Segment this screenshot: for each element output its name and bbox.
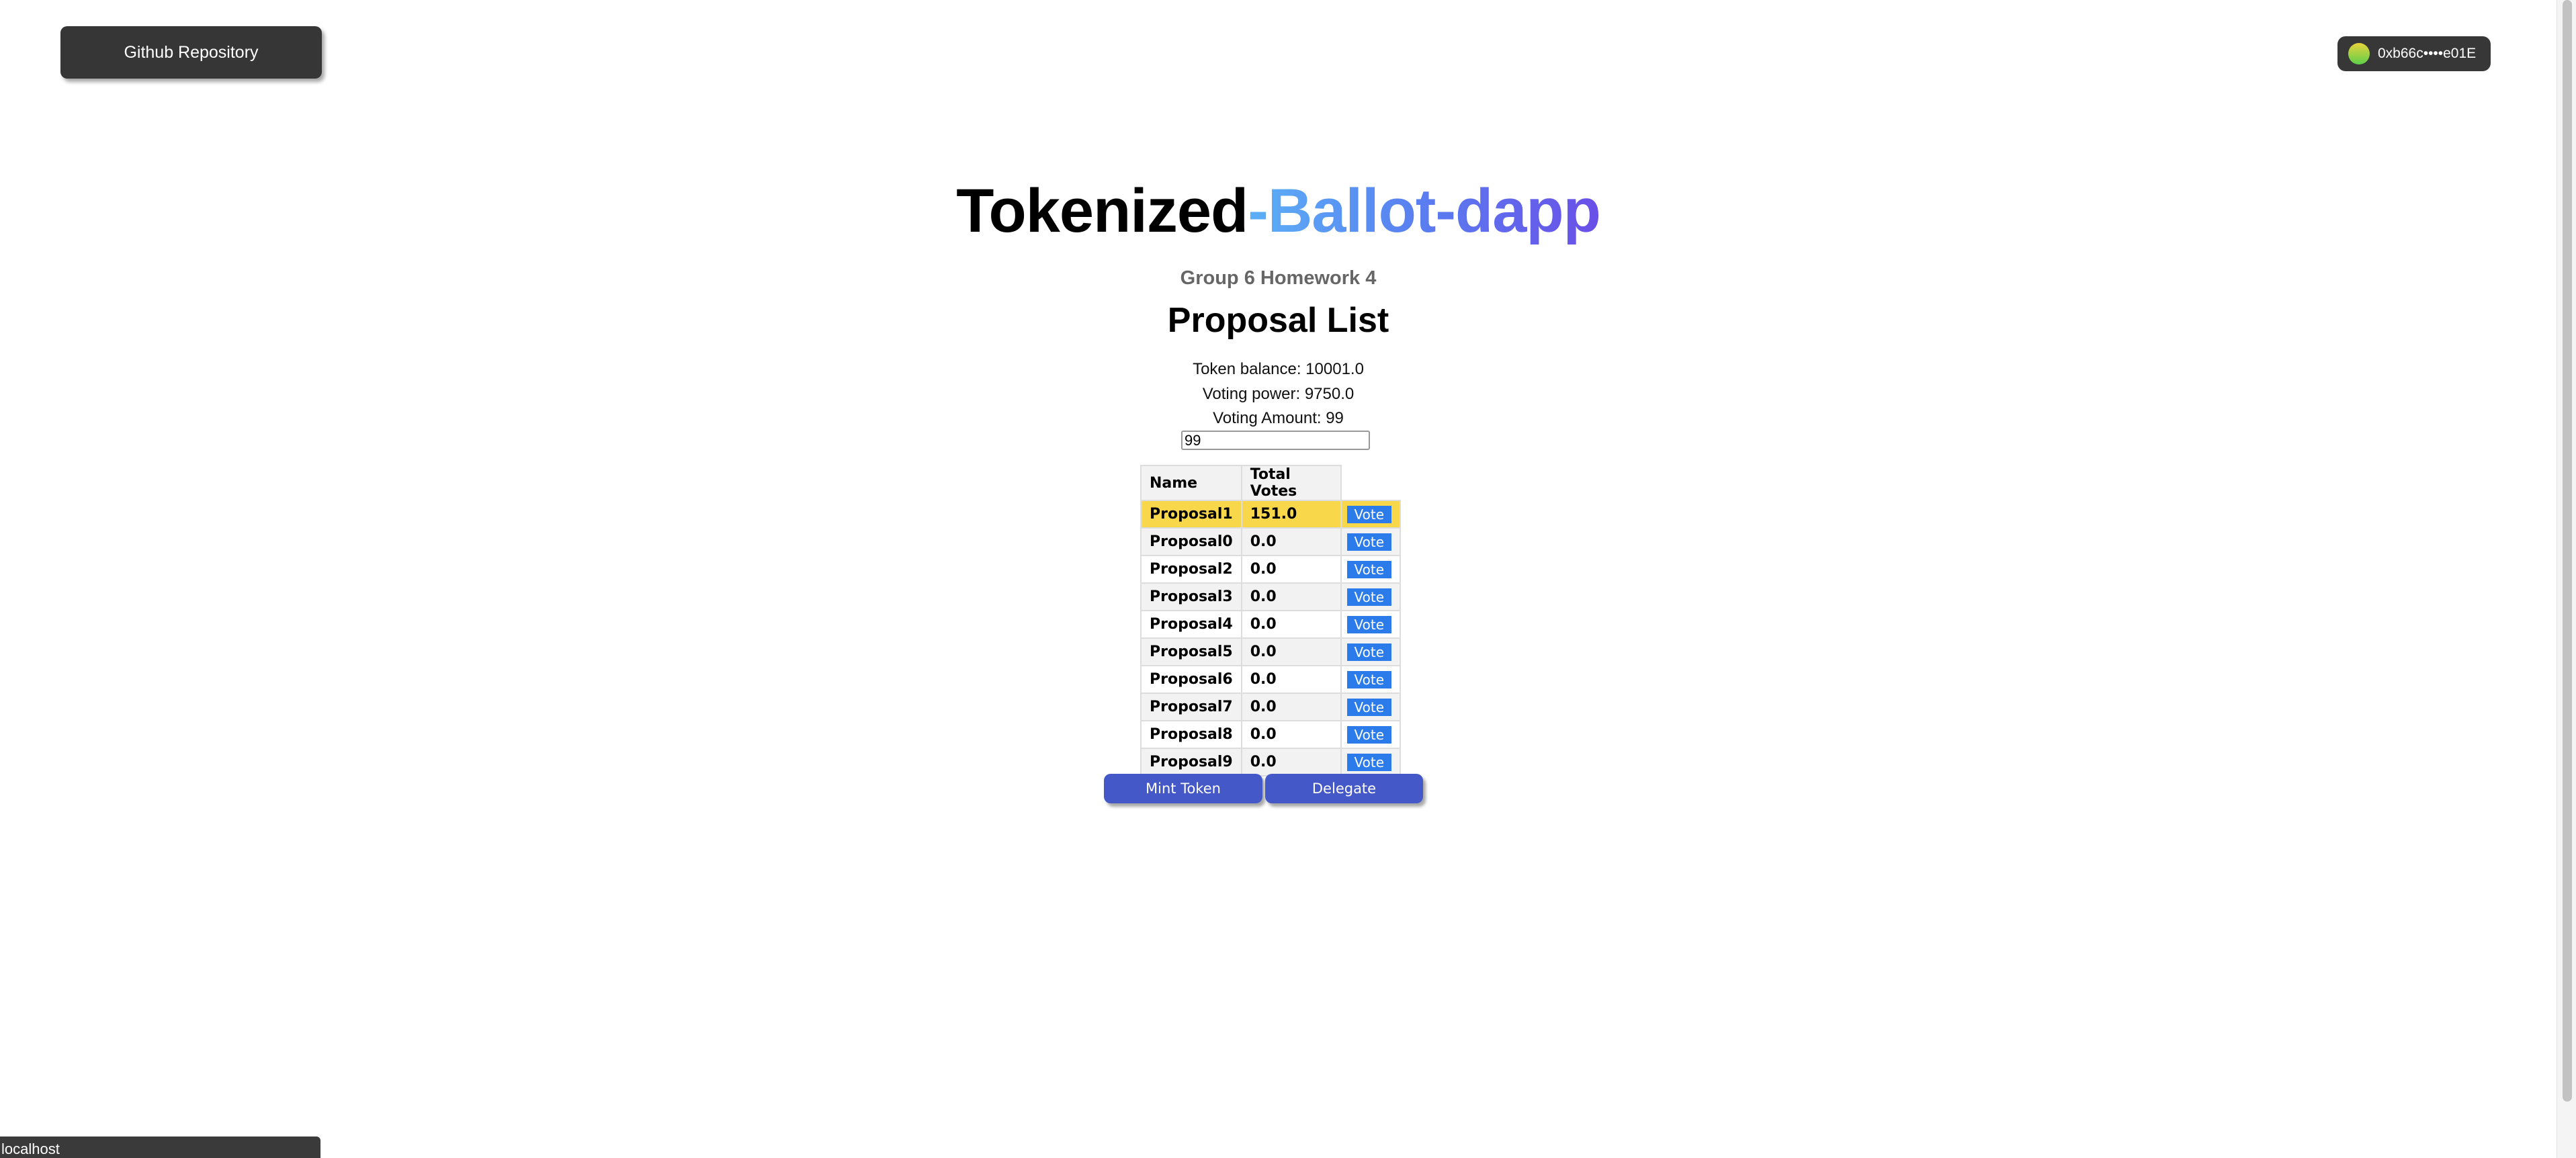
table-row: Proposal3 0.0 Vote (1140, 582, 1401, 611)
vote-cell: Vote (1340, 610, 1401, 639)
vote-button[interactable]: Vote (1346, 615, 1391, 633)
app-title: Tokenized-Ballot-dapp (0, 176, 2557, 247)
header-total-votes: Total Votes (1240, 465, 1342, 501)
vote-cell: Vote (1340, 693, 1401, 721)
table-row: Proposal1 151.0 Vote (1140, 500, 1401, 529)
table-row: Proposal9 0.0 Vote (1140, 748, 1401, 776)
vote-button[interactable]: Vote (1346, 643, 1391, 661)
proposal-votes: 0.0 (1240, 693, 1342, 721)
proposal-votes: 0.0 (1240, 748, 1342, 776)
vote-button[interactable]: Vote (1346, 753, 1391, 771)
proposal-name: Proposal4 (1140, 610, 1242, 639)
proposal-table: Name Total Votes Proposal1 151.0 Vote Propo… (1140, 465, 1401, 776)
header-empty (1340, 465, 1400, 500)
table-row: Proposal0 0.0 Vote (1140, 527, 1401, 556)
mint-token-button[interactable]: Mint Token (1104, 774, 1262, 803)
token-balance: Token balance: 10001.0 (1193, 360, 1364, 378)
vote-cell: Vote (1340, 555, 1401, 584)
github-repository-button[interactable]: Github Repository (60, 26, 322, 79)
subtitle: Group 6 Homework 4 (1180, 267, 1377, 289)
table-row: Proposal7 0.0 Vote (1140, 693, 1401, 721)
proposal-name: Proposal0 (1140, 527, 1242, 556)
table-row: Proposal5 0.0 Vote (1140, 637, 1401, 666)
title-part2: -Ballot-dapp (1248, 177, 1601, 245)
wallet-connect-button[interactable]: 0xb66c••••e01E (2337, 36, 2491, 71)
table-row: Proposal6 0.0 Vote (1140, 665, 1401, 694)
proposal-name: Proposal8 (1140, 720, 1242, 749)
table-row: Proposal4 0.0 Vote (1140, 610, 1401, 639)
table-header-row: Name Total Votes (1140, 465, 1400, 501)
vote-cell: Vote (1340, 748, 1401, 776)
proposal-name: Proposal5 (1140, 637, 1242, 666)
vote-button[interactable]: Vote (1346, 670, 1391, 688)
vote-cell: Vote (1340, 500, 1401, 529)
proposal-name: Proposal6 (1140, 665, 1242, 694)
proposal-name: Proposal9 (1140, 748, 1242, 776)
vote-button[interactable]: Vote (1346, 560, 1391, 578)
scrollbar[interactable] (2557, 0, 2576, 1158)
voting-amount-input[interactable] (1181, 431, 1370, 450)
voting-amount: Voting Amount: 99 (1213, 409, 1344, 427)
vote-button[interactable]: Vote (1346, 698, 1391, 716)
proposal-votes: 0.0 (1240, 582, 1342, 611)
delegate-button[interactable]: Delegate (1265, 774, 1423, 803)
scrollbar-thumb[interactable] (2563, 0, 2572, 1102)
table-row: Proposal2 0.0 Vote (1140, 555, 1401, 584)
title-part1: Tokenized (956, 177, 1248, 245)
wallet-avatar-icon (2348, 43, 2370, 64)
wallet-address: 0xb66c••••e01E (2378, 46, 2477, 61)
proposal-votes: 0.0 (1240, 610, 1342, 639)
page-heading: Proposal List (1167, 301, 1389, 340)
proposal-votes: 151.0 (1240, 500, 1342, 529)
proposal-votes: 0.0 (1240, 555, 1342, 584)
proposal-votes: 0.0 (1240, 665, 1342, 694)
vote-cell: Vote (1340, 720, 1401, 749)
vote-button[interactable]: Vote (1346, 725, 1391, 744)
vote-cell: Vote (1340, 582, 1401, 611)
vote-cell: Vote (1340, 665, 1401, 694)
vote-cell: Vote (1340, 527, 1401, 556)
table-row: Proposal8 0.0 Vote (1140, 720, 1401, 749)
proposal-name: Proposal1 (1140, 500, 1242, 529)
proposal-votes: 0.0 (1240, 720, 1342, 749)
proposal-name: Proposal2 (1140, 555, 1242, 584)
header-name: Name (1140, 465, 1242, 501)
proposal-votes: 0.0 (1240, 527, 1342, 556)
proposal-votes: 0.0 (1240, 637, 1342, 666)
vote-cell: Vote (1340, 637, 1401, 666)
vote-button[interactable]: Vote (1346, 533, 1391, 551)
voting-power: Voting power: 9750.0 (1202, 385, 1355, 403)
status-bar-url: localhost (0, 1137, 320, 1158)
proposal-name: Proposal3 (1140, 582, 1242, 611)
proposal-name: Proposal7 (1140, 693, 1242, 721)
vote-button[interactable]: Vote (1346, 505, 1391, 523)
vote-button[interactable]: Vote (1346, 588, 1391, 606)
